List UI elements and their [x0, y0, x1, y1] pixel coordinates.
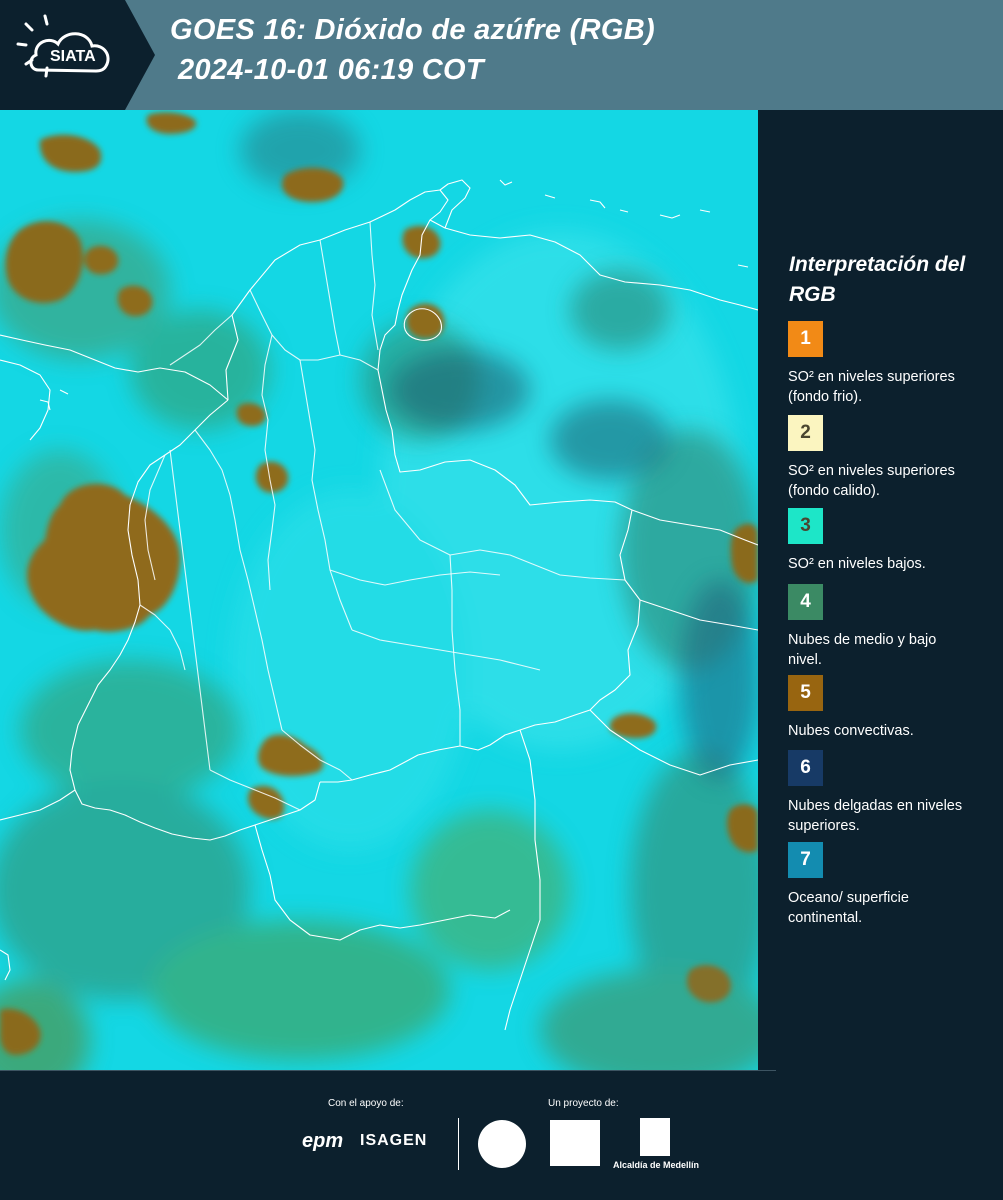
legend-swatch-6: 6 [788, 750, 823, 786]
siata-logo-text: SIATA [50, 48, 96, 65]
support-label: Con el apoyo de: [328, 1098, 404, 1109]
footer: Con el apoyo de: Un proyecto de: epm ISA… [0, 1070, 1003, 1200]
medellin-seal-icon [478, 1120, 526, 1168]
legend-swatch-5: 5 [788, 675, 823, 711]
legend-swatch-1: 1 [788, 321, 823, 357]
footer-divider [0, 1070, 776, 1071]
siata-logo: SIATA [0, 0, 155, 110]
page-title: GOES 16: Dióxido de azúfre (RGB) [170, 14, 655, 46]
legend-desc-1: SO² en niveles superiores (fondo frio). [788, 369, 955, 405]
alcaldia-shield-icon [640, 1118, 670, 1156]
project-label: Un proyecto de: [548, 1098, 619, 1109]
header: SIATA GOES 16: Dióxido de azúfre (RGB) 2… [0, 0, 1003, 110]
legend-desc-3: SO² en niveles bajos. [788, 556, 926, 572]
legend-swatch-7: 7 [788, 842, 823, 878]
legend-desc-4: Nubes de medio y bajo nivel. [788, 632, 937, 668]
alcaldia-label: Alcaldía de Medellín [613, 1160, 700, 1170]
legend-desc-5: Nubes convectivas. [788, 723, 914, 739]
epm-logo: epm [302, 1130, 344, 1152]
satellite-map[interactable] [0, 110, 758, 1070]
legend-title: Interpretación del RGB [789, 253, 966, 306]
area-metropolitana-logo [550, 1120, 600, 1166]
legend-swatch-4: 4 [788, 584, 823, 620]
legend-desc-2: SO² en niveles superiores (fondo calido)… [788, 463, 955, 499]
legend-swatch-3: 3 [788, 508, 823, 544]
legend-swatch-2: 2 [788, 415, 823, 451]
legend: Interpretación del RGB 1 SO² en niveles … [760, 110, 1003, 1070]
legend-desc-6: Nubes delgadas en niveles superiores. [788, 798, 963, 834]
timestamp: 2024-10-01 06:19 COT [178, 54, 484, 86]
isagen-logo: ISAGEN [360, 1132, 428, 1149]
logo-divider [458, 1118, 459, 1170]
legend-desc-7: Oceano/ superficie continental. [788, 890, 909, 926]
page: SIATA GOES 16: Dióxido de azúfre (RGB) 2… [0, 0, 1003, 1200]
